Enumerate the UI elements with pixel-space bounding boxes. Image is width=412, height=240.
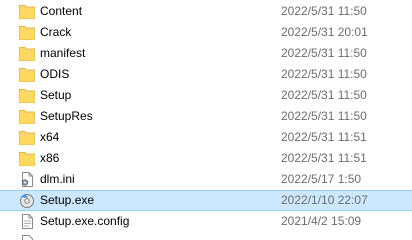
file-name: Setup — [40, 88, 72, 102]
file-name: manifest — [40, 46, 86, 60]
file-name: Crack — [40, 25, 72, 39]
file-name: ODIS — [40, 67, 70, 81]
file-date: 2022/5/31 11:50 — [281, 46, 367, 60]
file-row-dlm-ini[interactable]: dlm.ini 2022/5/17 1:50 — [0, 169, 412, 190]
file-name: Setup.exe.config — [40, 214, 130, 228]
file-row-setup[interactable]: Setup 2022/5/31 11:50 — [0, 85, 412, 106]
file-name: Setup.exe — [40, 193, 95, 207]
installer-icon — [19, 193, 35, 208]
file-date: 2022/5/31 20:01 — [281, 25, 368, 39]
file-row-odis[interactable]: ODIS 2022/5/31 11:50 — [0, 64, 412, 85]
file-name: x64 — [40, 130, 60, 144]
file-name: dlm.ini — [40, 172, 75, 186]
folder-icon — [19, 67, 35, 82]
file-row-partial[interactable] — [0, 232, 412, 240]
document-icon — [19, 214, 35, 229]
settings-file-icon — [19, 172, 35, 187]
file-row-setup-exe[interactable]: Setup.exe 2022/1/10 22:07 — [0, 190, 412, 211]
file-row-setup-exe-config[interactable]: Setup.exe.config 2021/4/2 15:09 — [0, 211, 412, 232]
folder-icon — [19, 46, 35, 61]
file-date: 2022/5/31 11:50 — [281, 67, 367, 81]
folder-icon — [19, 151, 35, 166]
file-date: 2022/5/31 11:50 — [281, 4, 367, 18]
file-row-x64[interactable]: x64 2022/5/31 11:51 — [0, 127, 412, 148]
file-row-setupres[interactable]: SetupRes 2022/5/31 11:50 — [0, 106, 412, 127]
folder-icon — [19, 130, 35, 145]
file-date: 2022/5/17 1:50 — [281, 172, 362, 186]
file-row-x86[interactable]: x86 2022/5/31 11:51 — [0, 148, 412, 169]
file-date: 2022/1/10 22:07 — [281, 193, 368, 207]
file-name: Content — [40, 4, 83, 18]
file-row-crack[interactable]: Crack 2022/5/31 20:01 — [0, 22, 412, 43]
folder-icon — [19, 88, 35, 103]
file-date: 2022/5/31 11:50 — [281, 109, 367, 123]
file-date: 2022/5/31 11:51 — [281, 151, 367, 165]
file-name: x86 — [40, 151, 60, 165]
folder-icon — [19, 4, 35, 19]
file-date: 2022/5/31 11:50 — [281, 88, 367, 102]
document-icon — [19, 235, 35, 240]
folder-icon — [19, 109, 35, 124]
file-row-content[interactable]: Content 2022/5/31 11:50 — [0, 1, 412, 22]
file-name: SetupRes — [40, 109, 93, 123]
file-date: 2022/5/31 11:51 — [281, 130, 367, 144]
folder-icon — [19, 25, 35, 40]
file-list: Content 2022/5/31 11:50 Crack 2022/5/31 … — [0, 0, 412, 240]
file-row-manifest[interactable]: manifest 2022/5/31 11:50 — [0, 43, 412, 64]
file-date: 2021/4/2 15:09 — [281, 214, 362, 228]
